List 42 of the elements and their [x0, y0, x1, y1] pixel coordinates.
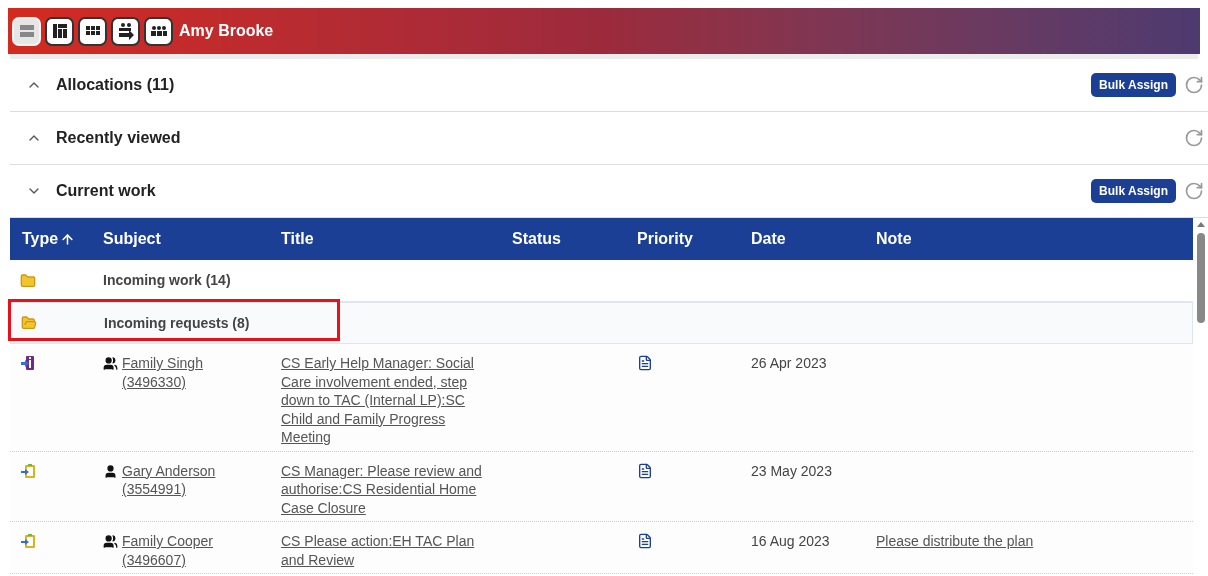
column-header[interactable]: Type [10, 227, 103, 251]
column-header[interactable]: Subject [103, 227, 281, 251]
subject-link[interactable]: Family Cooper (3496607) [122, 532, 232, 569]
info-document-icon [20, 355, 36, 371]
column-header[interactable]: Note [876, 227, 1193, 251]
refresh-icon[interactable] [1184, 75, 1204, 95]
subject-link[interactable]: Family Singh (3496330) [122, 354, 232, 447]
folder-label: Incoming requests (8) [104, 313, 250, 333]
group-icon [103, 356, 118, 371]
view-toggle-button[interactable] [144, 16, 173, 46]
section-toggle[interactable]: Current work [26, 179, 156, 203]
document-icon[interactable] [637, 533, 653, 549]
note-link[interactable]: Please distribute the plan [876, 533, 1034, 549]
bulk-assign-button[interactable]: Bulk Assign [1091, 179, 1176, 203]
refresh-icon[interactable] [1184, 128, 1204, 148]
view-toggle-button[interactable] [78, 16, 107, 46]
folder-row[interactable]: Incoming requests (8) [10, 302, 1193, 344]
section-toggle[interactable]: Allocations (11) [26, 73, 175, 97]
view-toggle-button[interactable] [111, 16, 140, 46]
group-icon [103, 534, 118, 549]
section-toggle[interactable]: Recently viewed [26, 126, 181, 150]
clipboard-arrow-icon [20, 462, 36, 479]
subject-link[interactable]: Gary Anderson (3554991) [122, 461, 232, 517]
user-name: Amy Brooke [179, 21, 274, 41]
title-link[interactable]: CS Manager: Please review and authorise:CS Residential Home Case Closure [281, 461, 490, 517]
bulk-assign-button[interactable]: Bulk Assign [1091, 73, 1176, 97]
date-text: 26 Apr 2023 [751, 355, 827, 371]
clipboard-arrow-icon [20, 533, 36, 549]
document-icon[interactable] [637, 355, 653, 371]
person-icon [103, 463, 118, 479]
column-header[interactable]: Priority [637, 227, 751, 251]
refresh-icon[interactable] [1184, 181, 1204, 201]
column-header[interactable]: Title [281, 227, 512, 251]
title-link[interactable]: CS Early Help Manager: Social Care involvement ended, step down to TAC (Internal LP):SC Child and Family Progress Meeting [281, 354, 490, 447]
date-text: 16 Aug 2023 [751, 533, 830, 549]
title-link[interactable]: CS Please action:EH TAC Plan and Review [281, 532, 490, 569]
column-header[interactable]: Status [512, 227, 637, 251]
folder-label: Incoming work (14) [103, 271, 231, 290]
view-toggle-button[interactable] [45, 16, 74, 46]
date-text: 23 May 2023 [751, 462, 832, 479]
document-icon[interactable] [637, 462, 653, 479]
column-header[interactable]: Date [751, 227, 876, 251]
